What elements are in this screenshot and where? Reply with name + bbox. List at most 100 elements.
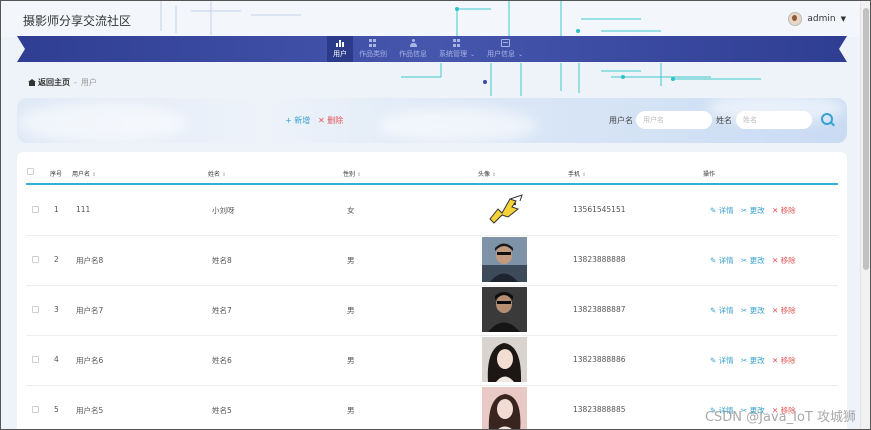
row-checkbox[interactable] (32, 256, 39, 263)
column-header-index: 序号 (50, 171, 63, 178)
sort-icon: ⇕ (222, 172, 227, 178)
sort-icon: ⇕ (492, 172, 497, 178)
chevron-down-icon: ⌄ (518, 51, 524, 58)
table-row: 1 111 小刘呀 女 13561545151 ✎ 详情 ✂ 更改 ✕ 移除 (26, 185, 838, 236)
column-header-name[interactable]: 姓名 ⇕ (208, 169, 226, 178)
cloud-decoration (377, 108, 537, 143)
grid-icon (368, 39, 378, 47)
avatar-thumbnail (482, 187, 527, 232)
row-checkbox[interactable] (32, 306, 39, 313)
column-header-actions: 操作 (703, 171, 716, 178)
cell-name: 姓名8 (212, 256, 232, 265)
avatar-thumbnail (482, 237, 527, 282)
sort-icon: ⇕ (357, 172, 362, 178)
detail-button[interactable]: ✎ 详情 (710, 355, 734, 366)
detail-button[interactable]: ✎ 详情 (710, 305, 734, 316)
edit-button[interactable]: ✂ 更改 (741, 355, 765, 366)
name-search-input[interactable] (736, 111, 812, 129)
remove-button[interactable]: ✕ 移除 (772, 305, 796, 316)
breadcrumb-separator: - (74, 78, 77, 87)
username-search-input[interactable] (636, 111, 712, 129)
detail-button[interactable]: ✎ 详情 (710, 205, 734, 216)
avatar-thumbnail (482, 337, 527, 382)
cell-gender: 男 (347, 356, 355, 365)
cell-index: 5 (54, 405, 59, 414)
column-header-username[interactable]: 用户名 ⇕ (72, 169, 96, 178)
nav-item-label-wrap: 系统管理 ⌄ (439, 49, 475, 59)
cell-username: 用户名7 (76, 306, 104, 315)
cell-name: 姓名6 (212, 356, 232, 365)
edit-button[interactable]: ✂ 更改 (741, 205, 765, 216)
row-checkbox[interactable] (32, 356, 39, 363)
edit-button[interactable]: ✂ 更改 (741, 305, 765, 316)
table-row: 4 用户名6 姓名6 男 13823888886 ✎ 详情 ✂ 更改 ✕ 移除 (26, 335, 838, 386)
cloud-decoration (17, 103, 187, 143)
delete-button[interactable]: ✕ 删除 (318, 115, 343, 126)
add-button[interactable]: + 新增 (285, 115, 310, 126)
app-window: 摄影师分享交流社区 admin ▼ 用户 作品类别 作品信息 系统管理 ⌄ 用户… (0, 0, 871, 430)
search-icon[interactable] (821, 113, 835, 127)
breadcrumb-current: 用户 (80, 78, 97, 87)
cell-index: 4 (54, 355, 59, 364)
cell-gender: 男 (347, 306, 355, 315)
column-header-gender[interactable]: 性别 ⇕ (343, 169, 361, 178)
table-row: 2 用户名8 姓名8 男 13823888888 ✎ 详情 ✂ 更改 ✕ 移除 (26, 235, 838, 286)
user-icon (409, 39, 418, 47)
cell-username: 111 (76, 205, 91, 214)
home-icon (28, 79, 36, 86)
column-header-label: 性别 (343, 171, 356, 178)
breadcrumb: 返回主页 - 用户 (28, 77, 97, 88)
remove-button[interactable]: ✕ 移除 (772, 255, 796, 266)
row-checkbox[interactable] (32, 406, 39, 413)
cell-name: 姓名5 (212, 406, 232, 415)
cell-phone: 13823888888 (573, 255, 626, 264)
avatar (788, 12, 803, 26)
nav-item-label-wrap: 用户信息 ⌄ (487, 49, 523, 59)
nav-item-work-categories[interactable]: 作品类别 (353, 36, 393, 62)
nav-item-label: 作品信息 (399, 50, 427, 58)
nav-item-label: 用户 (333, 50, 347, 58)
nav-item-label: 作品类别 (359, 50, 387, 58)
breadcrumb-home[interactable]: 返回主页 (28, 77, 70, 88)
column-header-phone[interactable]: 手机 ⇕ (568, 169, 586, 178)
cell-gender: 男 (347, 256, 355, 265)
cell-index: 1 (54, 205, 59, 214)
nav-item-label: 用户信息 (487, 50, 516, 58)
user-menu[interactable]: admin ▼ (788, 12, 846, 26)
avatar-thumbnail (482, 387, 527, 429)
sort-icon: ⇕ (92, 172, 97, 178)
search-panel: + 新增 ✕ 删除 用户名 姓名 (17, 98, 847, 143)
column-header-avatar[interactable]: 头像 ⇕ (478, 169, 496, 178)
cell-name: 姓名7 (212, 306, 232, 315)
bar-chart-icon (335, 39, 345, 47)
nav-item-user-info[interactable]: 用户信息 ⌄ (481, 36, 529, 62)
cell-phone: 13561545151 (573, 205, 626, 214)
nav-item-label: 系统管理 (439, 50, 467, 58)
detail-button[interactable]: ✎ 详情 (710, 255, 734, 266)
select-all-checkbox[interactable] (27, 168, 34, 175)
row-checkbox[interactable] (32, 206, 39, 213)
edit-button[interactable]: ✂ 更改 (741, 255, 765, 266)
remove-button[interactable]: ✕ 移除 (772, 355, 796, 366)
user-table: 序号 用户名 ⇕ 姓名 ⇕ 性别 ⇕ 头像 ⇕ 手机 ⇕ 操作 1 111 小刘呀 女 (17, 152, 847, 429)
cell-phone: 13823888885 (573, 405, 626, 414)
user-name: admin (807, 14, 836, 24)
top-header: 摄影师分享交流社区 admin ▼ (1, 1, 870, 37)
app-title: 摄影师分享交流社区 (23, 14, 132, 28)
table-header: 序号 用户名 ⇕ 姓名 ⇕ 性别 ⇕ 头像 ⇕ 手机 ⇕ 操作 (26, 162, 838, 185)
chevron-down-icon: ⌄ (470, 51, 476, 58)
cell-index: 2 (54, 255, 59, 264)
vertical-scrollbar[interactable] (860, 1, 870, 429)
remove-button[interactable]: ✕ 移除 (772, 205, 796, 216)
nav-item-work-info[interactable]: 作品信息 (393, 36, 433, 62)
scrollbar-thumb[interactable] (863, 8, 869, 270)
nav-item-system-management[interactable]: 系统管理 ⌄ (433, 36, 481, 62)
cell-index: 3 (54, 305, 59, 314)
cell-username: 用户名5 (76, 406, 104, 415)
column-header-label: 手机 (568, 171, 581, 178)
table-row: 3 用户名7 姓名7 男 13823888887 ✎ 详情 ✂ 更改 ✕ 移除 (26, 285, 838, 336)
cell-gender: 女 (347, 206, 355, 215)
column-header-label: 姓名 (208, 171, 221, 178)
cell-phone: 13823888886 (573, 355, 626, 364)
nav-item-users[interactable]: 用户 (327, 36, 353, 62)
